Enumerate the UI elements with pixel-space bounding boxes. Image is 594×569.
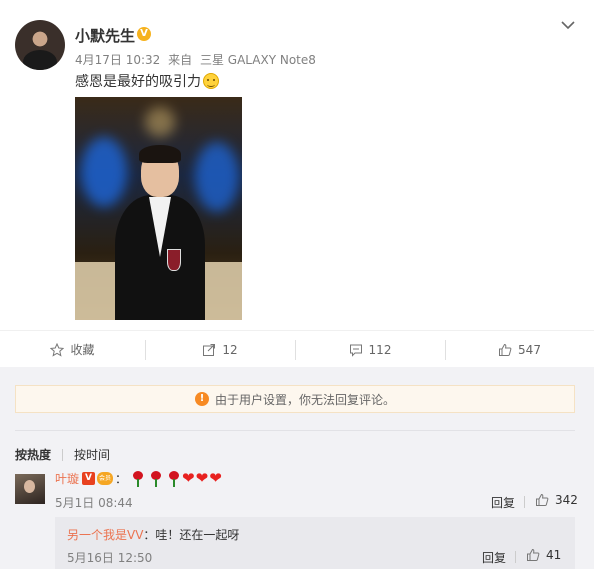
sub-reply-button[interactable]: 回复 — [482, 549, 506, 566]
comment-count: 112 — [368, 342, 392, 357]
weibo-post-card: 小默先生 V 4月17日 10:32 来自 三星 GALAXY Note8 感恩… — [0, 0, 594, 367]
divider — [15, 430, 575, 431]
sub-reply-time: 5月16日 12:50 — [67, 551, 153, 565]
post-action-bar: 收藏 12 112 547 — [0, 330, 594, 367]
sub-reply-content: 另一个我是VV：哇！还在一起呀 — [67, 526, 239, 543]
warning-icon: ! — [194, 392, 209, 406]
sub-reply-text: ：哇！还在一起呀 — [143, 528, 240, 542]
post-date[interactable]: 4月17日 10:32 — [75, 53, 160, 67]
comment-button[interactable]: 112 — [295, 331, 445, 368]
source-device[interactable]: 三星 GALAXY Note8 — [200, 53, 316, 67]
sub-reply-like-count: 41 — [546, 548, 562, 562]
like-count: 547 — [518, 342, 541, 357]
star-icon — [50, 342, 65, 357]
post-photo[interactable] — [75, 97, 242, 320]
reply-restriction-notice: ! 由于用户设置，你无法回复评论。 — [15, 385, 575, 413]
comment-colon: ： — [115, 472, 128, 486]
favorite-button[interactable]: 收藏 — [0, 331, 145, 368]
comment-icon — [349, 344, 362, 357]
sub-reply: 另一个我是VV：哇！还在一起呀 5月16日 12:50 回复 41 — [55, 517, 575, 569]
tab-sort-hot[interactable]: 按热度 — [15, 446, 51, 463]
repost-count: 12 — [222, 342, 238, 357]
reply-button[interactable]: 回复 — [491, 494, 515, 511]
favorite-label: 收藏 — [70, 343, 95, 357]
post-text: 感恩是最好的吸引力 — [75, 71, 219, 91]
comment-sort-tabs: 按热度 按时间 — [15, 446, 110, 463]
divider — [62, 448, 64, 461]
verified-icon: V — [137, 27, 151, 41]
repost-button[interactable]: 12 — [145, 331, 295, 368]
thumbs-up-icon — [527, 548, 540, 561]
comment-content: 叶璇 V 会员 ： ❤ ❤ ❤ — [55, 470, 222, 487]
like-button[interactable]: 547 — [445, 331, 594, 368]
vip-crown-icon[interactable]: 会员 — [97, 472, 114, 485]
rose-emoji-icon — [167, 470, 181, 487]
tab-sort-time[interactable]: 按时间 — [74, 446, 110, 463]
rose-emoji-icon — [131, 470, 145, 487]
commenter-avatar[interactable] — [15, 474, 45, 504]
heart-emoji-icon: ❤ — [182, 469, 195, 487]
post-meta: 4月17日 10:32 来自 三星 GALAXY Note8 — [75, 51, 320, 68]
comment-like-button[interactable]: 342 — [535, 493, 578, 507]
sub-reply-author[interactable]: 另一个我是VV — [67, 528, 143, 542]
divider — [515, 551, 516, 563]
heart-emoji-icon: ❤ — [195, 469, 209, 487]
thumbs-up-icon — [499, 343, 512, 356]
smile-emoji-icon — [203, 73, 219, 89]
rose-emoji-icon — [149, 470, 163, 487]
divider — [524, 496, 525, 508]
comment-like-count: 342 — [555, 493, 578, 507]
chevron-down-icon[interactable] — [559, 16, 577, 34]
post-body: 感恩是最好的吸引力 — [75, 74, 201, 90]
heart-emoji-icon: ❤ — [209, 469, 222, 487]
notice-text: 由于用户设置，你无法回复评论。 — [214, 392, 395, 407]
thumbs-up-icon — [536, 493, 549, 506]
comments-section: ! 由于用户设置，你无法回复评论。 按热度 按时间 叶璇 V 会员 ： ❤ ❤ … — [0, 367, 594, 569]
comment-time: 5月1日 08:44 — [55, 496, 133, 510]
verified-icon: V — [82, 472, 96, 485]
author-name[interactable]: 小默先生 — [75, 25, 135, 46]
author-avatar[interactable] — [15, 20, 65, 70]
source-prefix: 来自 — [168, 53, 193, 67]
sub-reply-like-button[interactable]: 41 — [526, 548, 561, 562]
commenter-name[interactable]: 叶璇 — [55, 470, 79, 487]
repost-icon — [203, 343, 216, 356]
